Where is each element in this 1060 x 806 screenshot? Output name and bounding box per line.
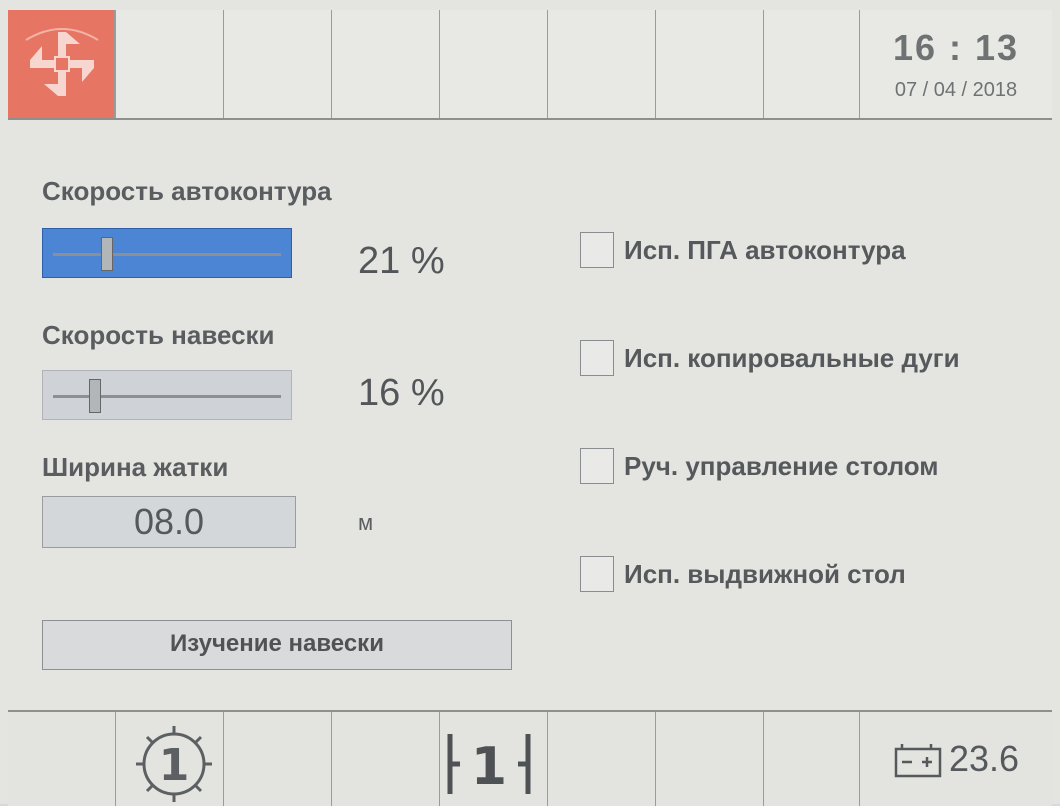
clock-time: 16 : 13 <box>892 26 1020 68</box>
option-label: Исп. выдвижной стол <box>624 558 906 589</box>
split-number: 1 <box>471 737 507 797</box>
top-slot-4[interactable] <box>440 10 548 118</box>
bottom-slot-7[interactable] <box>764 712 860 806</box>
top-slot-5[interactable] <box>548 10 656 118</box>
autocontour-speed-slider[interactable] <box>42 228 292 278</box>
bottom-slot-6[interactable] <box>656 712 764 806</box>
option-label: Исп. копировальные дуги <box>624 342 960 373</box>
gear-1-icon: 1 <box>136 726 212 802</box>
bottom-slot-2[interactable] <box>224 712 332 806</box>
option-label: Исп. ПГА автоконтура <box>624 234 906 265</box>
clock-date: 07 / 04 / 2018 <box>894 78 1018 101</box>
checkbox[interactable] <box>580 448 614 484</box>
battery-icon <box>894 744 942 778</box>
checkbox[interactable] <box>580 340 614 376</box>
option-pga-autocontour[interactable]: Исп. ПГА автоконтура <box>580 232 906 268</box>
gear-number: 1 <box>159 740 190 791</box>
top-slot-7[interactable] <box>764 10 860 118</box>
battery-indicator: 23.6 <box>860 712 1052 806</box>
checkbox[interactable] <box>580 556 614 592</box>
checkbox[interactable] <box>580 232 614 268</box>
option-label: Руч. управление столом <box>624 450 939 481</box>
hitch-speed-slider[interactable] <box>42 370 292 420</box>
display-screen: 16 : 13 07 / 04 / 2018 Скорость автоконт… <box>0 0 1060 806</box>
slider-knob[interactable] <box>100 237 113 271</box>
bottom-bar: 1 1 23.6 <box>8 710 1052 806</box>
hitch-speed-value: 16 % <box>358 372 445 414</box>
battery-cell: 23.6 <box>860 712 1052 806</box>
slider-track <box>53 253 281 256</box>
learn-hitch-button[interactable]: Изучение навески <box>42 620 512 670</box>
top-slot-6[interactable] <box>656 10 764 118</box>
slider-track <box>53 395 281 398</box>
logo-cell <box>8 10 116 118</box>
top-slot-2[interactable] <box>224 10 332 118</box>
option-extendable-table[interactable]: Исп. выдвижной стол <box>580 556 906 592</box>
bottom-slot-split[interactable]: 1 <box>440 712 548 806</box>
top-slot-3[interactable] <box>332 10 440 118</box>
hitch-speed-label: Скорость навески <box>42 320 275 350</box>
header-width-field[interactable]: 08.0 <box>42 496 296 548</box>
bottom-slot-5[interactable] <box>548 712 656 806</box>
header-width-label: Ширина жатки <box>42 452 229 482</box>
option-copy-arcs[interactable]: Исп. копировальные дуги <box>580 340 960 376</box>
autocontour-speed-value: 21 % <box>358 240 445 282</box>
battery-voltage: 23.6 <box>948 738 1020 779</box>
top-bar: 16 : 13 07 / 04 / 2018 <box>8 10 1052 120</box>
option-manual-table[interactable]: Руч. управление столом <box>580 448 939 484</box>
split-1-icon: 1 <box>447 734 531 797</box>
autocontour-speed-label: Скорость автоконтура <box>42 176 332 206</box>
slider-knob[interactable] <box>89 379 102 413</box>
bottom-slot-gear[interactable]: 1 <box>116 712 224 806</box>
top-slot-1[interactable] <box>116 10 224 118</box>
pinwheel-logo-icon <box>25 28 99 96</box>
bottom-slot-3[interactable] <box>332 712 440 806</box>
header-width-unit: м <box>358 510 374 535</box>
bottom-slot-0[interactable] <box>8 712 116 806</box>
clock-cell: 16 : 13 07 / 04 / 2018 <box>860 10 1052 118</box>
